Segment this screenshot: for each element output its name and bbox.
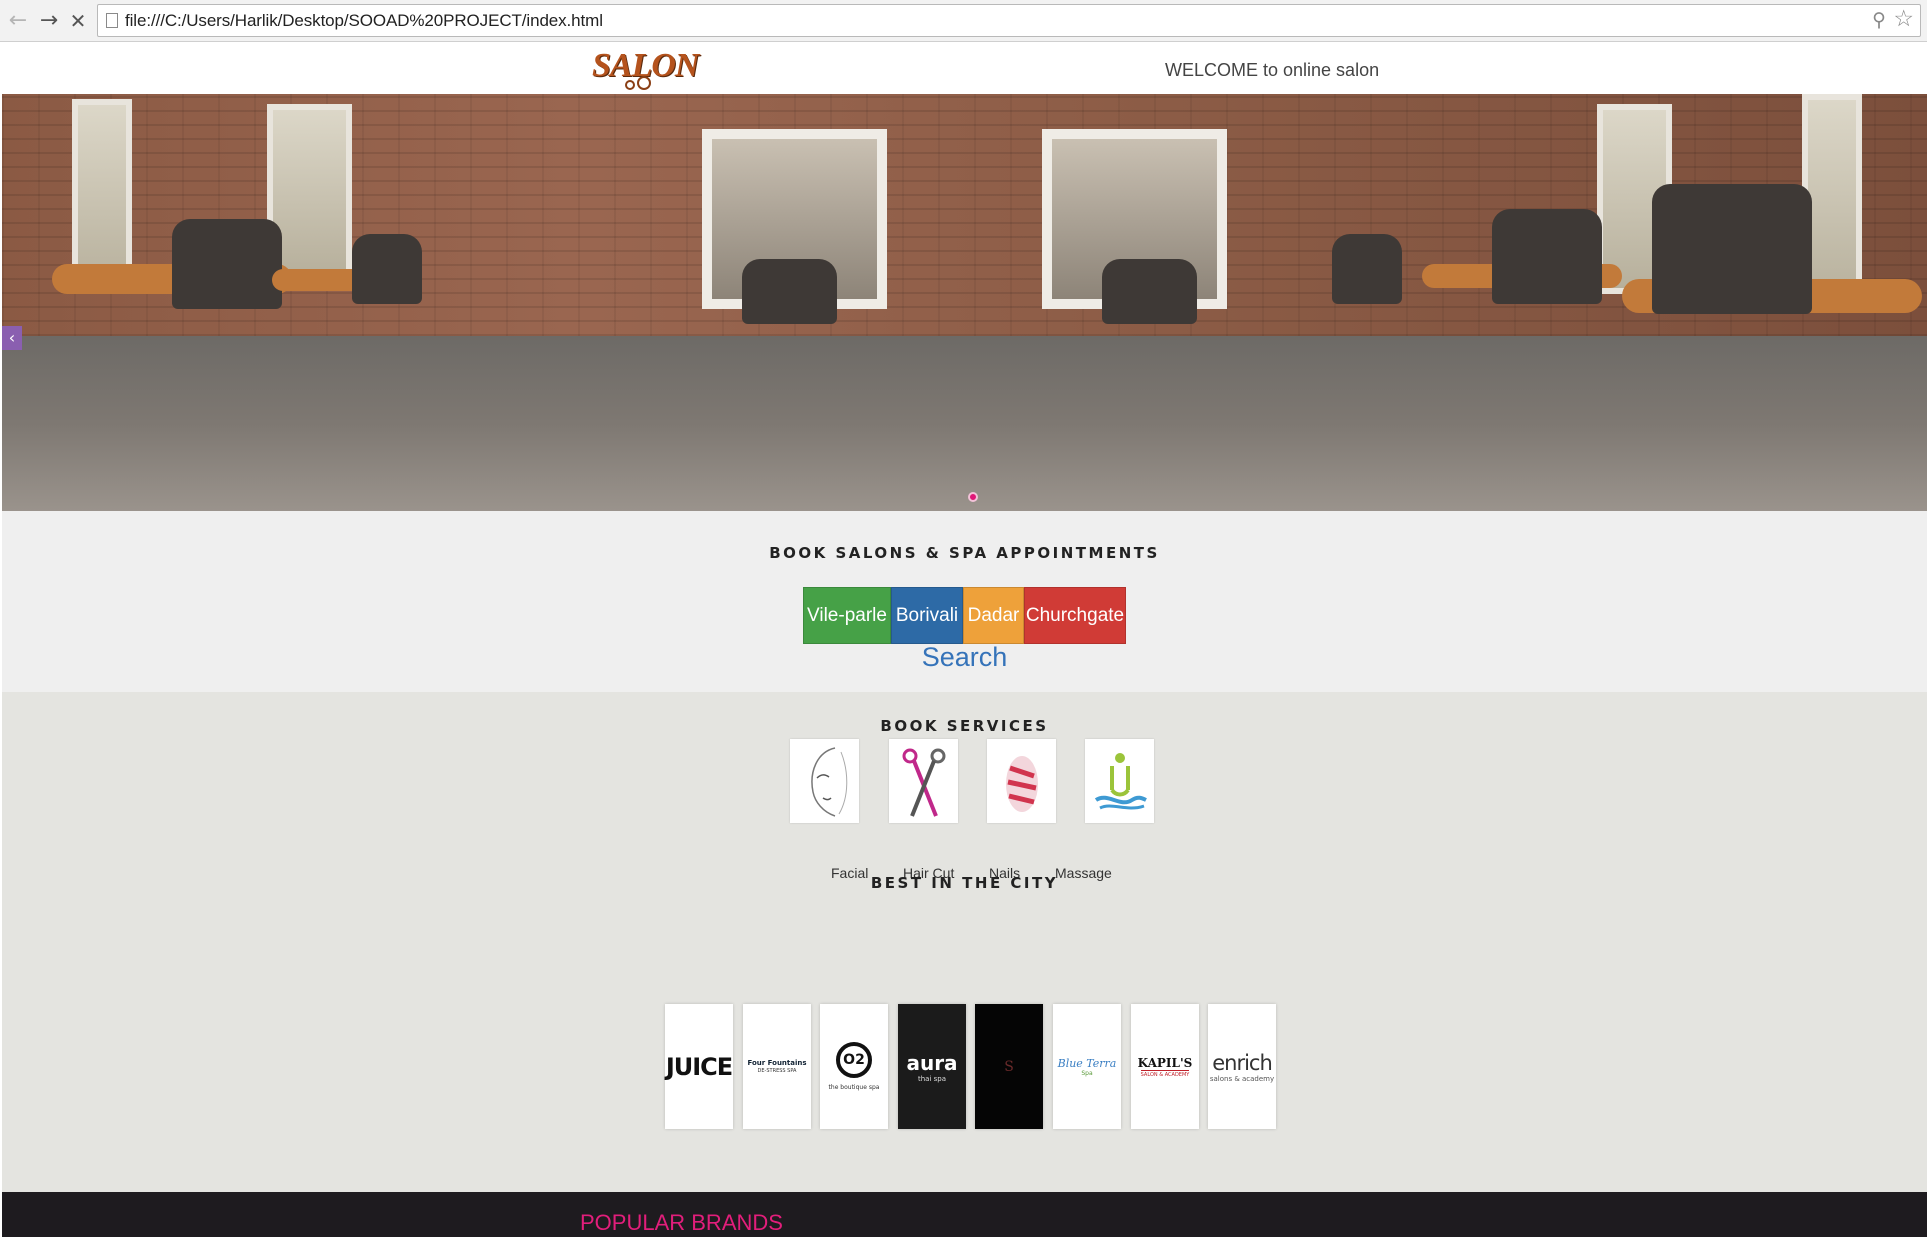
brand-tile-four-fountains[interactable]: Four Fountains DE-STRESS SPA bbox=[743, 1004, 811, 1129]
scissors-icon[interactable] bbox=[889, 739, 958, 823]
brand-sub: SALON & ACADEMY bbox=[1140, 1069, 1190, 1078]
brand-sub: salons & academy bbox=[1209, 1074, 1275, 1083]
massage-icon[interactable] bbox=[1085, 739, 1154, 823]
url-text[interactable]: file:///C:/Users/Harlik/Desktop/SOOAD%20… bbox=[125, 11, 603, 31]
address-bar[interactable]: file:///C:/Users/Harlik/Desktop/SOOAD%20… bbox=[97, 4, 1921, 37]
bookmark-star-icon[interactable]: ☆ bbox=[1893, 6, 1914, 32]
location-buttons: Vile-parle Borivali Dadar Churchgate bbox=[803, 587, 1126, 644]
web-page: SALON WELCOME to online salon ‹ BOOK SAL… bbox=[2, 43, 1927, 1237]
brand-name: KAPIL'S bbox=[1137, 1055, 1193, 1070]
brand-name: aura bbox=[906, 1050, 958, 1075]
brand-sub: the boutique spa bbox=[828, 1084, 880, 1091]
brand-name: Blue Terra bbox=[1057, 1056, 1117, 1070]
hero-chair bbox=[1492, 209, 1602, 304]
brand-name: JUICE bbox=[665, 1052, 733, 1081]
brand-sub: Spa bbox=[1081, 1069, 1093, 1077]
brand-name: enrich bbox=[1212, 1050, 1273, 1075]
brand-tile-s[interactable]: S bbox=[975, 1004, 1043, 1129]
footer-title: POPULAR BRANDS bbox=[580, 1210, 783, 1235]
site-header: SALON WELCOME to online salon bbox=[2, 43, 1927, 94]
location-button-vile-parle[interactable]: Vile-parle bbox=[803, 587, 891, 644]
logo-swirl-icon bbox=[625, 76, 651, 90]
brand-tile-juice[interactable]: JUICE bbox=[665, 1004, 733, 1129]
brand-tile-aura[interactable]: aura thai spa bbox=[898, 1004, 966, 1129]
stop-loading-icon[interactable]: ✕ bbox=[66, 9, 90, 33]
brand-name: S bbox=[1004, 1058, 1014, 1075]
location-button-churchgate[interactable]: Churchgate bbox=[1024, 587, 1126, 644]
brand-sub: DE-STRESS SPA bbox=[757, 1068, 797, 1074]
browser-toolbar: ← → ✕ file:///C:/Users/Harlik/Desktop/SO… bbox=[0, 0, 1927, 42]
zoom-icon[interactable]: ⚲ bbox=[1872, 9, 1886, 31]
hero-chair bbox=[1102, 259, 1197, 324]
carousel-indicator-dot[interactable] bbox=[968, 492, 978, 502]
forward-arrow-icon[interactable]: → bbox=[37, 9, 61, 33]
hero-chair bbox=[1652, 184, 1812, 314]
footer-bar: POPULAR BRANDS bbox=[2, 1192, 1927, 1237]
location-button-borivali[interactable]: Borivali bbox=[891, 587, 963, 644]
face-icon[interactable] bbox=[790, 739, 859, 823]
hero-chair bbox=[1332, 234, 1402, 304]
brand-tile-o2[interactable]: O2 the boutique spa bbox=[820, 1004, 888, 1129]
brand-tile-kapils[interactable]: KAPIL'S SALON & ACADEMY bbox=[1131, 1004, 1199, 1129]
hero-chair bbox=[352, 234, 422, 304]
carousel-prev-icon[interactable]: ‹ bbox=[2, 326, 22, 350]
brand-tile-enrich[interactable]: enrich salons & academy bbox=[1208, 1004, 1276, 1129]
section-title-best: BEST IN THE CITY bbox=[870, 874, 1059, 892]
section-title-book: BOOK SALONS & SPA APPOINTMENTS bbox=[769, 544, 1160, 562]
hero-chair bbox=[172, 219, 282, 309]
welcome-text: WELCOME to online salon bbox=[1165, 60, 1380, 80]
services-section: BOOK SERVICES Facial Hair Cut Nails Mass… bbox=[2, 692, 1927, 1237]
section-title-services: BOOK SERVICES bbox=[880, 717, 1049, 735]
book-appointments-section: BOOK SALONS & SPA APPOINTMENTS Vile-parl… bbox=[2, 511, 1927, 692]
hero-carousel[interactable]: ‹ bbox=[2, 94, 1927, 511]
hero-chair bbox=[742, 259, 837, 324]
hero-floor bbox=[2, 335, 1927, 511]
location-button-dadar[interactable]: Dadar bbox=[963, 587, 1024, 644]
nail-polish-icon[interactable] bbox=[987, 739, 1056, 823]
brand-tile-blue-terra[interactable]: Blue Terra Spa bbox=[1053, 1004, 1121, 1129]
brand-sub: thai spa bbox=[917, 1074, 947, 1083]
search-link[interactable]: Search bbox=[2, 642, 1927, 673]
page-icon bbox=[106, 13, 118, 28]
brand-name: Four Fountains bbox=[747, 1059, 807, 1067]
brand-name: O2 bbox=[836, 1042, 872, 1078]
salon-logo[interactable]: SALON bbox=[592, 45, 707, 93]
back-arrow-icon[interactable]: ← bbox=[6, 9, 30, 33]
